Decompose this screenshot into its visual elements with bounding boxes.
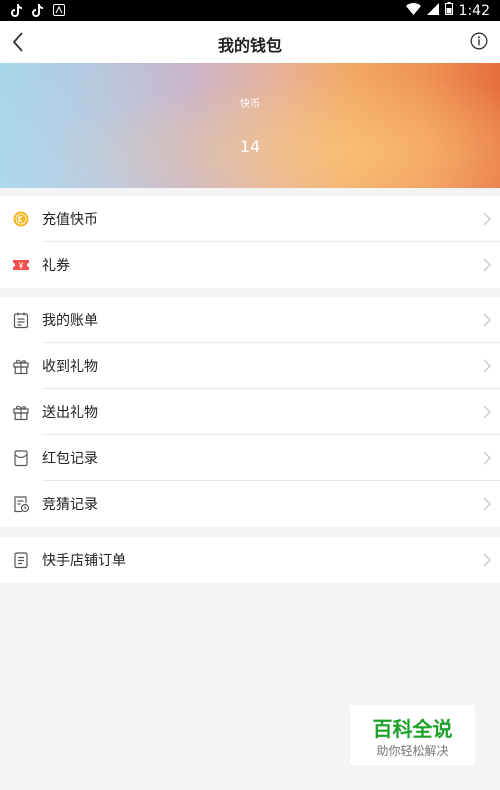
gift-icon bbox=[12, 403, 30, 421]
watermark-subtitle: 助你轻松解决 bbox=[376, 744, 449, 758]
menu-item-recharge-coins[interactable]: 充值快币 bbox=[0, 196, 500, 242]
watermark-title: 百科全说 bbox=[372, 717, 453, 741]
watermark-logo: 百科全说 助你轻松解决 bbox=[350, 705, 475, 765]
chevron-right-icon bbox=[482, 257, 492, 273]
signal-icon bbox=[426, 2, 439, 19]
menu-item-label: 收到礼物 bbox=[42, 359, 98, 375]
status-right: 1:42 bbox=[405, 2, 490, 19]
menu-item-coupons[interactable]: 礼券 bbox=[0, 242, 500, 288]
gift-icon bbox=[12, 357, 30, 375]
coin-icon bbox=[12, 210, 30, 228]
chevron-right-icon bbox=[482, 496, 492, 512]
menu-group-recharge: 充值快币 礼券 bbox=[0, 196, 500, 288]
balance-banner: 快币 14 bbox=[0, 63, 500, 188]
quiz-record-icon bbox=[12, 495, 30, 513]
red-packet-icon bbox=[12, 449, 30, 467]
status-left-icons bbox=[10, 3, 66, 17]
menu-item-label: 充值快币 bbox=[42, 212, 98, 228]
menu-item-label: 礼券 bbox=[42, 258, 70, 274]
menu-item-my-bills[interactable]: 我的账单 bbox=[0, 297, 500, 343]
chevron-right-icon bbox=[482, 404, 492, 420]
tiktok-icon bbox=[10, 3, 24, 17]
ticket-icon bbox=[12, 256, 30, 274]
menu-group-records: 我的账单 收到礼物 送出礼物 红包记录 竞猜记录 bbox=[0, 297, 500, 527]
bill-icon bbox=[12, 311, 30, 329]
battery-icon bbox=[444, 2, 453, 19]
status-time: 1:42 bbox=[458, 2, 490, 19]
page-title: 我的钱包 bbox=[217, 36, 282, 55]
header: 我的钱包 bbox=[0, 21, 500, 63]
menu-item-gifts-received[interactable]: 收到礼物 bbox=[0, 343, 500, 389]
info-icon bbox=[470, 32, 488, 50]
order-icon bbox=[12, 551, 30, 569]
app-icon bbox=[52, 3, 66, 17]
menu-item-label: 快手店铺订单 bbox=[42, 553, 126, 569]
menu-item-label: 送出礼物 bbox=[42, 405, 98, 421]
tiktok-icon bbox=[31, 3, 45, 17]
info-button[interactable] bbox=[470, 32, 488, 50]
status-bar: 1:42 bbox=[0, 0, 500, 21]
menu-item-quiz-records[interactable]: 竞猜记录 bbox=[0, 481, 500, 527]
chevron-right-icon bbox=[482, 450, 492, 466]
menu-item-label: 红包记录 bbox=[42, 451, 98, 467]
chevron-right-icon bbox=[482, 211, 492, 227]
menu-item-shop-orders[interactable]: 快手店铺订单 bbox=[0, 537, 500, 583]
wifi-icon bbox=[405, 2, 421, 19]
chevron-right-icon bbox=[482, 358, 492, 374]
menu-item-gifts-sent[interactable]: 送出礼物 bbox=[0, 389, 500, 435]
menu-item-red-packet-records[interactable]: 红包记录 bbox=[0, 435, 500, 481]
menu-group-orders: 快手店铺订单 bbox=[0, 537, 500, 583]
chevron-right-icon bbox=[482, 312, 492, 328]
chevron-right-icon bbox=[482, 552, 492, 568]
menu-item-label: 竞猜记录 bbox=[42, 497, 98, 513]
coin-label: 快币 bbox=[240, 99, 260, 110]
menu-item-label: 我的账单 bbox=[42, 313, 98, 329]
coin-balance: 14 bbox=[239, 137, 261, 156]
